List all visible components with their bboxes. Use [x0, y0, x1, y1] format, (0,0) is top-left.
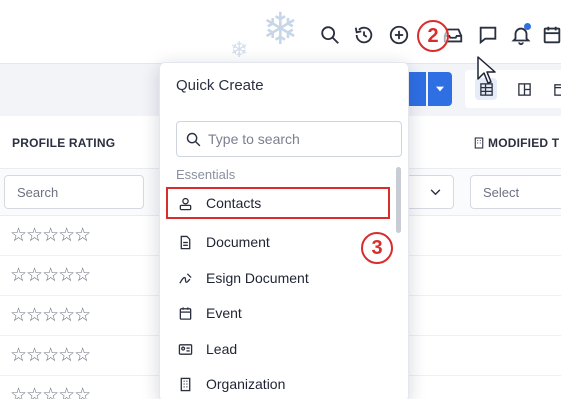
quick-create-search-input[interactable]: [208, 131, 388, 147]
rating-search-input[interactable]: Search: [4, 175, 144, 209]
modified-filter-select[interactable]: Select: [470, 175, 561, 209]
search-icon[interactable]: [318, 23, 342, 47]
quick-create-item-event[interactable]: Event: [168, 297, 392, 329]
quick-create-dropdown: Quick Create Essentials Contacts Documen…: [159, 62, 409, 399]
quick-create-item-label: Lead: [206, 341, 238, 357]
step-marker-2: 2: [417, 20, 449, 52]
quick-create-item-label: Contacts: [206, 195, 262, 211]
plus-circle-icon[interactable]: [387, 23, 411, 47]
bell-icon[interactable]: [509, 23, 533, 47]
scrollbar[interactable]: [396, 167, 401, 233]
column-header-modified-label: MODIFIED T: [488, 136, 560, 150]
quick-create-item-lead[interactable]: Lead: [168, 333, 392, 365]
history-icon[interactable]: [352, 23, 376, 47]
rating-stars[interactable]: ☆☆☆☆☆: [10, 344, 91, 366]
section-label-essentials: Essentials: [176, 167, 236, 182]
kanban-icon: [517, 82, 531, 96]
quick-create-item-organization[interactable]: Organization: [168, 368, 392, 399]
quick-create-item-label: Document: [206, 234, 270, 250]
quick-create-item-contacts[interactable]: Contacts: [166, 187, 390, 219]
rating-stars[interactable]: ☆☆☆☆☆: [10, 224, 91, 246]
building-icon: [176, 375, 194, 393]
rating-stars[interactable]: ☆☆☆☆☆: [10, 304, 91, 326]
calendar-view-button[interactable]: [549, 78, 561, 100]
chevron-down-icon: [436, 86, 444, 92]
contact-icon: [176, 194, 194, 212]
column-header-modified[interactable]: MODIFIED T: [474, 136, 559, 150]
column-filter-select[interactable]: [404, 175, 454, 209]
calendar-icon: [553, 83, 561, 96]
quick-create-item-label: Event: [206, 305, 242, 321]
snowflake-icon: ❄: [230, 38, 249, 63]
calendar-icon[interactable]: [540, 23, 561, 47]
chevron-down-icon: [430, 188, 441, 195]
quick-create-item-label: Organization: [206, 376, 286, 392]
building-icon: [474, 137, 484, 149]
rating-stars[interactable]: ☆☆☆☆☆: [10, 384, 91, 399]
quick-create-item-label: Esign Document: [206, 270, 309, 286]
mouse-cursor-icon: [477, 56, 496, 84]
id-card-icon: [176, 340, 194, 358]
quick-create-item-esign-document[interactable]: Esign Document: [168, 262, 392, 294]
snowflake-icon: ❄: [262, 4, 299, 55]
search-icon: [186, 132, 201, 146]
primary-action-dropdown[interactable]: [428, 72, 452, 106]
signature-icon: [176, 269, 194, 287]
calendar-icon: [176, 304, 194, 322]
document-icon: [176, 233, 194, 251]
kanban-view-button[interactable]: [513, 78, 535, 100]
rating-stars[interactable]: ☆☆☆☆☆: [10, 264, 91, 286]
quick-create-search[interactable]: [176, 121, 402, 157]
quick-create-item-document[interactable]: Document: [168, 226, 392, 258]
notification-dot: [524, 23, 531, 30]
step-marker-3: 3: [361, 232, 393, 264]
quick-create-title: Quick Create: [176, 77, 264, 94]
chat-icon[interactable]: [476, 23, 500, 47]
column-header-profile-rating[interactable]: PROFILE RATING: [12, 136, 115, 150]
